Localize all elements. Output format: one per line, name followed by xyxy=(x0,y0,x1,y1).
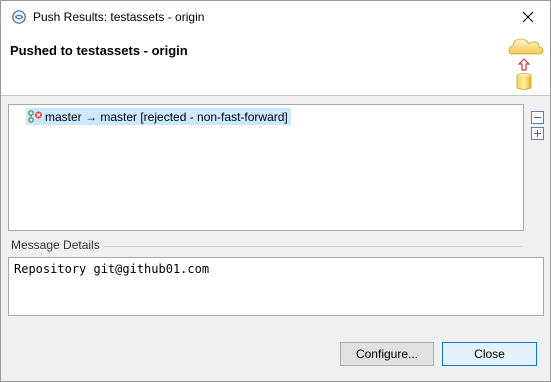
configure-button[interactable]: Configure... xyxy=(340,342,434,366)
push-rejected-icon xyxy=(28,109,42,123)
message-details-box[interactable]: Repository git@github01.com xyxy=(8,257,544,316)
tree-item-master[interactable]: master → master [rejected - non-fast-for… xyxy=(26,108,291,125)
dialog-banner: Pushed to testassets - origin xyxy=(1,32,550,96)
banner-title: Pushed to testassets - origin xyxy=(10,43,188,58)
message-details-separator xyxy=(104,246,522,247)
push-results-tree[interactable]: master → master [rejected - non-fast-for… xyxy=(8,104,524,231)
expand-all-button[interactable] xyxy=(531,127,544,140)
push-results-dialog: Push Results: testassets - origin Pushed… xyxy=(0,0,551,382)
tree-item-label: master → master [rejected - non-fast-for… xyxy=(45,109,288,124)
eclipse-app-icon xyxy=(12,10,26,24)
message-details-text: Repository git@github01.com xyxy=(14,262,210,276)
title-bar: Push Results: testassets - origin xyxy=(1,1,550,32)
window-title: Push Results: testassets - origin xyxy=(33,10,205,24)
window-close-button[interactable] xyxy=(506,1,550,32)
message-details-label: Message Details xyxy=(11,238,100,252)
close-button[interactable]: Close xyxy=(442,342,537,366)
close-icon xyxy=(522,11,534,22)
push-to-remote-icon xyxy=(508,38,544,90)
collapse-all-button[interactable] xyxy=(531,111,544,124)
